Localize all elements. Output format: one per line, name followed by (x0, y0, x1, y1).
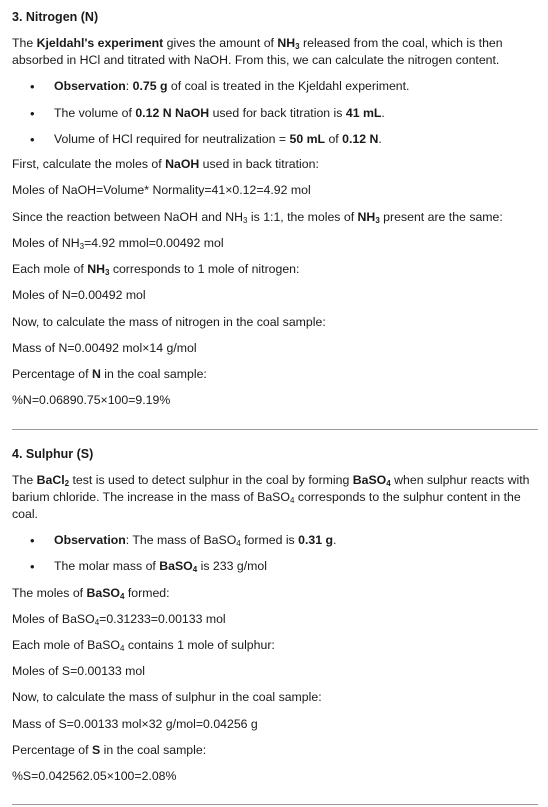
equation-percent-s: %S=0.042562.05×100=2.08% (12, 769, 177, 783)
text-line: Now, to calculate the mass of nitrogen i… (12, 315, 326, 329)
equation-moles-baso4: Moles of BaSO4=0.31233=0.00133 mol (12, 612, 226, 627)
equation-percent-n: %N=0.06890.75×100=9.19% (12, 393, 171, 407)
text-line: The moles of BaSO4 formed: (12, 586, 170, 601)
text-line: Each mole of NH3 corresponds to 1 mole o… (12, 262, 300, 277)
document-page: 3. Nitrogen (N) The Kjeldahl's experimen… (0, 0, 548, 807)
text-line: Now, to calculate the mass of sulphur in… (12, 690, 322, 704)
text-line: First, calculate the moles of NaOH used … (12, 157, 319, 171)
equation-moles-naoh: Moles of NaOH=Volume* Normality=41×0.12=… (12, 183, 311, 197)
text-line: Each mole of BaSO4 contains 1 mole of su… (12, 638, 275, 653)
section-divider (12, 429, 538, 430)
text-line: Percentage of S in the coal sample: (12, 743, 207, 757)
equation-moles-s: Moles of S=0.00133 mol (12, 664, 145, 678)
sulphur-intro-line-1: The BaCl2 test is used to detect sulphur… (12, 473, 530, 488)
section-heading-sulphur: 4. Sulphur (S) (12, 447, 94, 461)
sulphur-intro-line-2: barium chloride. The increase in the mas… (12, 490, 521, 505)
nitrogen-intro-line-1: The Kjeldahl's experiment gives the amou… (12, 36, 503, 51)
equation-mass-n: Mass of N=0.00492 mol×14 g/mol (12, 341, 197, 355)
nitrogen-intro-line-2: absorbed in HCl and titrated with NaOH. … (12, 53, 500, 67)
sulphur-intro-line-3: coal. (12, 507, 38, 521)
section-divider (12, 804, 538, 805)
section-heading-nitrogen: 3. Nitrogen (N) (12, 10, 99, 24)
text-line: Percentage of N in the coal sample: (12, 367, 207, 381)
equation-moles-n: Moles of N=0.00492 mol (12, 288, 146, 302)
equation-moles-nh3: Moles of NH3=4.92 mmol=0.00492 mol (12, 236, 224, 251)
text-line: Since the reaction between NaOH and NH3 … (12, 210, 503, 225)
equation-mass-s: Mass of S=0.00133 mol×32 g/mol=0.04256 g (12, 717, 258, 731)
